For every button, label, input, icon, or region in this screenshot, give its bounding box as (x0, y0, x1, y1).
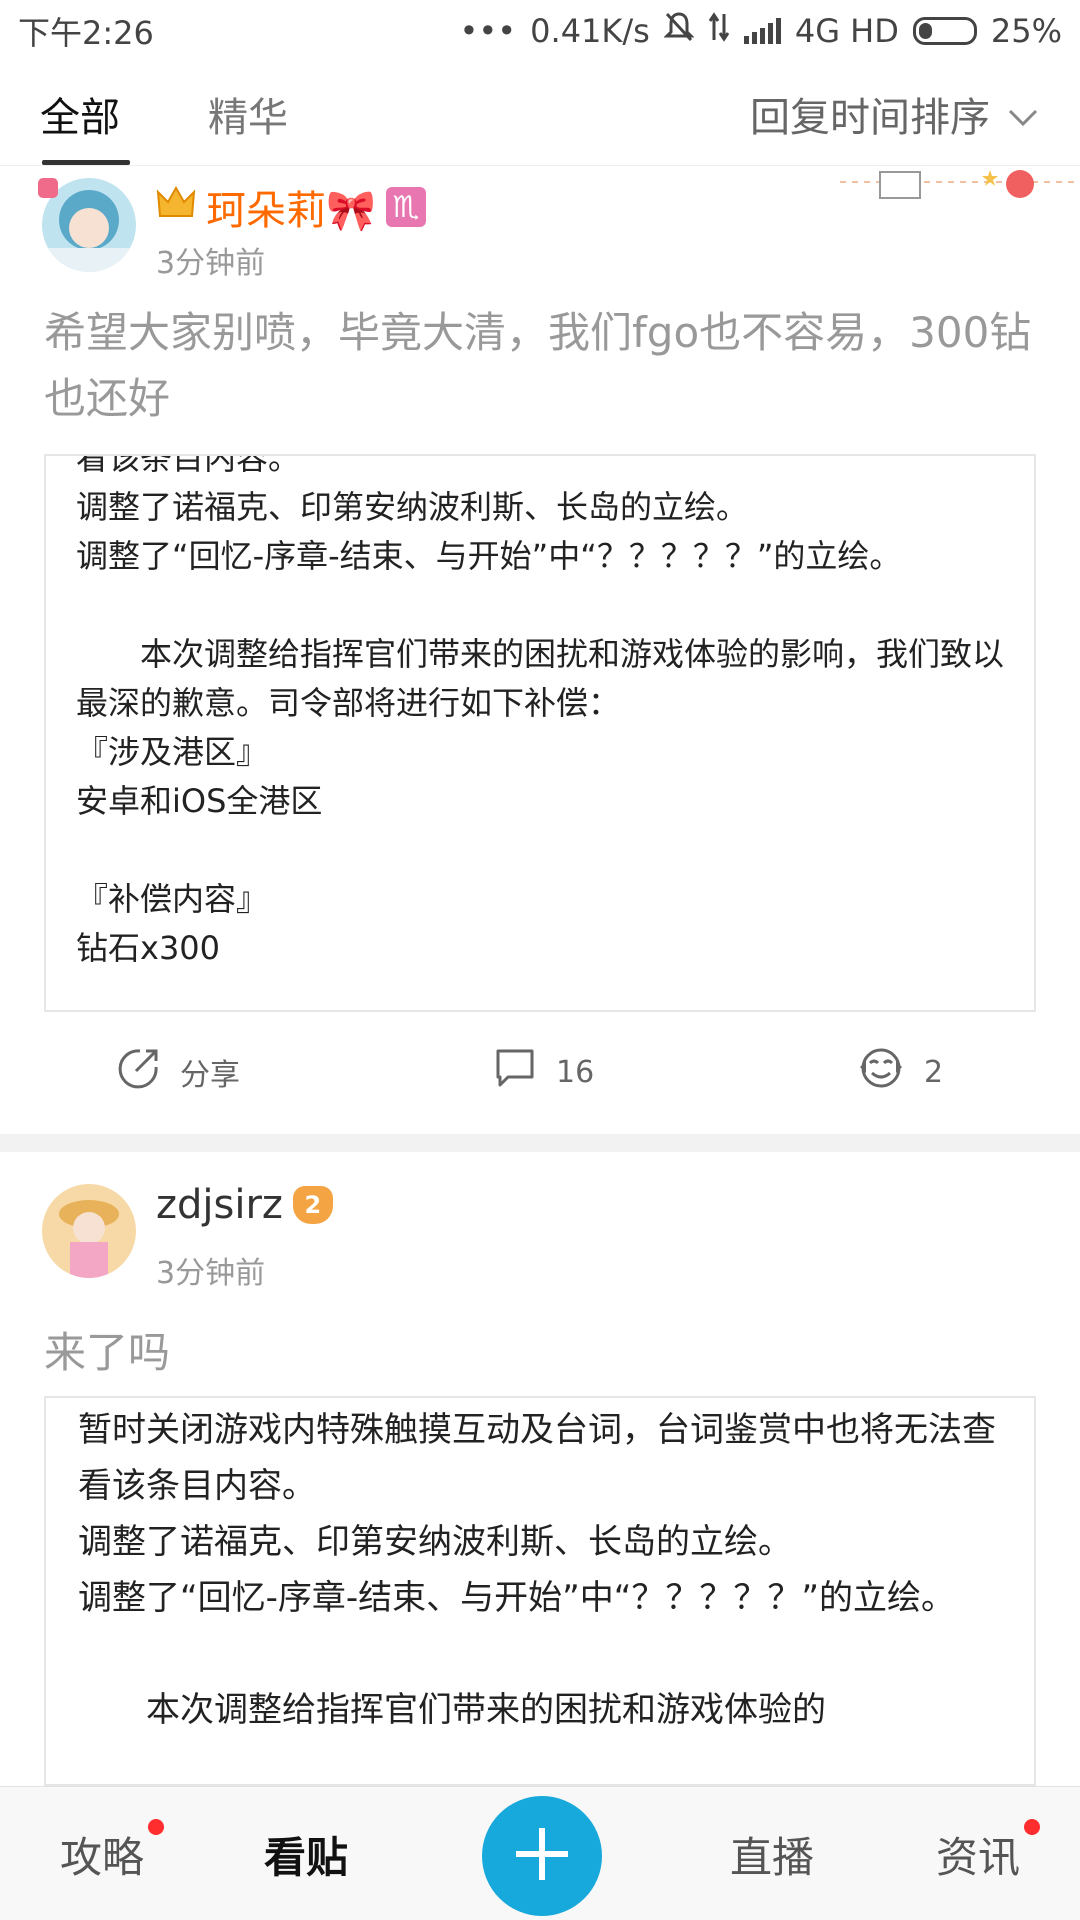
post-text: 来了吗 (44, 1328, 171, 1377)
tab-featured[interactable]: 精华 (168, 62, 328, 166)
nav-posts[interactable]: 看贴 (244, 1787, 368, 1920)
share-label: 分享 (180, 1058, 240, 1093)
sort-label: 回复时间排序 (750, 95, 990, 141)
nav-news[interactable]: 资讯 (916, 1787, 1040, 1920)
quoted-content-text: 暂时关闭游戏内特殊触摸互动及台词，台词鉴赏中也将无法查看该条目内容。 调整了诺福… (78, 1410, 996, 1730)
nav-guide[interactable]: 攻略 (40, 1787, 164, 1920)
notification-dot (148, 1819, 164, 1835)
tab-featured-label: 精华 (208, 94, 288, 141)
post-author-name: zdjsirz (156, 1182, 283, 1228)
plus-icon (510, 1822, 574, 1890)
crown-icon (156, 184, 196, 230)
signal-icon (743, 18, 781, 44)
quoted-content[interactable]: 暂时关闭游戏内特殊触摸互动及台词，台词鉴赏中也将无法查看该条目内容。 调整了诺福… (44, 1396, 1036, 1786)
notification-dot (1024, 1819, 1040, 1835)
tab-all-label: 全部 (40, 94, 120, 141)
share-icon (118, 1047, 160, 1097)
battery-fill (918, 23, 932, 39)
network-speed: 0.41K/s (530, 12, 650, 50)
level-badge-number: 2 (304, 1191, 322, 1219)
level-badge-icon: 2 (292, 1186, 333, 1224)
nav-posts-label: 看贴 (263, 1832, 348, 1882)
chevron-down-icon (1008, 91, 1038, 137)
post-actions: 分享 16 2 (0, 1032, 1080, 1112)
nav-live[interactable]: 直播 (710, 1787, 834, 1920)
zodiac-symbol: ♏ (392, 189, 420, 225)
like-button[interactable]: 2 (858, 1032, 943, 1112)
quoted-content-text: 看该条目内容。 调整了诺福克、印第安纳波利斯、长岛的立绘。 调整了“回忆-序章-… (76, 454, 1005, 967)
zodiac-badge: ♏ (385, 187, 426, 227)
nav-live-label: 直播 (729, 1832, 814, 1882)
new-post-button[interactable] (482, 1796, 602, 1916)
network-type: 4G HD (794, 12, 899, 50)
battery-percent: 25% (990, 12, 1062, 50)
post-card[interactable]: zdjsirz 2 3分钟前 来了吗 暂时关闭游戏内特殊触摸互动及台词，台词鉴赏… (0, 1152, 1080, 1786)
nav-guide-label: 攻略 (59, 1832, 144, 1882)
sort-dropdown[interactable]: 回复时间排序 (750, 62, 1038, 166)
post-divider (0, 1134, 1080, 1152)
status-bar: 下午2:26 ••• 0.41K/s 4G HD 25% (0, 0, 1080, 62)
comment-button[interactable]: 16 (494, 1032, 594, 1112)
active-tab-indicator (42, 160, 130, 165)
like-count: 2 (924, 1054, 944, 1090)
post-time: 3分钟前 (156, 1256, 266, 1291)
comment-count: 16 (556, 1054, 595, 1090)
tab-bar: 全部 精华 回复时间排序 (0, 62, 1080, 166)
tab-all[interactable]: 全部 (0, 62, 160, 166)
post-author-name: 珂朵莉🎀 (206, 188, 376, 234)
status-time: 下午2:26 (18, 14, 154, 52)
quoted-content[interactable]: 看该条目内容。 调整了诺福克、印第安纳波利斯、长岛的立绘。 调整了“回忆-序章-… (44, 454, 1036, 1012)
comment-icon (494, 1047, 536, 1097)
post-card[interactable]: 珂朵莉🎀 ♏ 3分钟前 希望大家别喷，毕竟大清，我们fgo也不容易，300钻也还… (0, 166, 1080, 1134)
bell-muted-icon (663, 11, 695, 51)
post-author[interactable]: 珂朵莉🎀 ♏ (156, 178, 426, 236)
post-time: 3分钟前 (156, 246, 266, 281)
data-arrows-icon (708, 12, 730, 50)
avatar[interactable] (42, 1184, 136, 1278)
post-text: 希望大家别喷，毕竟大清，我们fgo也不容易，300钻也还好 (44, 308, 1032, 423)
avatar-frame-badge (38, 178, 58, 198)
share-button[interactable]: 分享 (118, 1032, 240, 1112)
nav-news-label: 资讯 (935, 1832, 1020, 1882)
like-face-icon (858, 1047, 904, 1097)
post-author[interactable]: zdjsirz 2 (156, 1182, 333, 1228)
battery-icon (912, 17, 977, 45)
more-dots-icon: ••• (459, 12, 517, 50)
decoration-sticker (840, 166, 1080, 202)
